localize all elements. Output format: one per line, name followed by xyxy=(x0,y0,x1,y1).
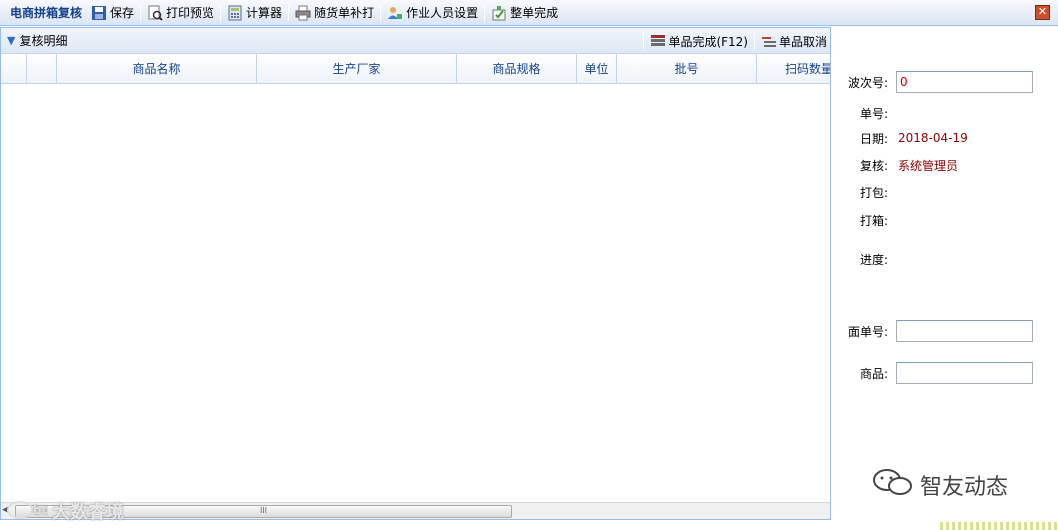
print-preview-icon xyxy=(147,5,163,21)
print-preview-label: 打印预览 xyxy=(166,6,215,20)
column-manufacturer[interactable]: 生产厂家 xyxy=(257,54,457,83)
operator-settings-button[interactable]: 作业人员设置 xyxy=(384,2,481,24)
waybill-label: 面单号: xyxy=(847,324,888,339)
item-complete-label: 单品完成(F12) xyxy=(668,34,748,49)
packer-row: 打包: xyxy=(832,181,1058,203)
date-label: 日期: xyxy=(859,131,888,146)
waybill-input[interactable] xyxy=(896,320,1033,342)
item-cancel-label: 单品取消 xyxy=(778,34,827,49)
order-number-label: 单号: xyxy=(859,106,888,121)
progress-label: 进度: xyxy=(859,252,888,267)
complete-order-button[interactable]: 整单完成 xyxy=(488,2,561,24)
reviewer-value: 系统管理员 xyxy=(898,158,959,173)
column-spec[interactable]: 商品规格 xyxy=(457,54,577,83)
save-button[interactable]: 保存 xyxy=(88,2,137,24)
toolbar-separator xyxy=(288,4,290,21)
print-preview-button[interactable]: 打印预览 xyxy=(144,2,217,24)
app-title: 电商拼箱复核 xyxy=(10,6,83,20)
toolbar-separator xyxy=(140,4,142,21)
toolbar-separator xyxy=(484,4,486,21)
weibo-icon: bo xyxy=(6,497,50,524)
watermark-right: 智友动态 xyxy=(872,466,1008,504)
arrow-down-icon: ▼ xyxy=(7,34,16,47)
close-window-button[interactable]: ✕ xyxy=(1035,5,1050,20)
column-scan-qty[interactable]: 扫码数量 xyxy=(757,54,830,83)
panel-header: ▼ 复核明细 单品完成(F12) 单品取消 xyxy=(1,28,830,54)
reviewer-label: 复核: xyxy=(859,158,888,173)
close-icon: ✕ xyxy=(1037,5,1048,18)
toolbar-separator xyxy=(643,33,645,49)
wave-number-input[interactable] xyxy=(896,71,1033,93)
panel-collapse-toggle[interactable]: ▼ 复核明细 xyxy=(1,32,67,49)
reprint-slip-label: 随货单补打 xyxy=(314,6,375,20)
toolbar-separator xyxy=(753,33,755,49)
column-row-number[interactable] xyxy=(1,54,27,83)
printer-icon xyxy=(295,5,311,21)
date-row: 日期: 2018-04-19 xyxy=(832,127,1058,149)
toolbar-separator xyxy=(380,4,382,21)
main-toolbar: 电商拼箱复核 保存 打印预览 计算器 随货单补打 作业人员设置 整单完成 ✕ xyxy=(0,0,1058,26)
item-cancel-icon xyxy=(761,34,777,48)
item-complete-icon xyxy=(650,34,666,48)
packer-label: 打包: xyxy=(859,185,888,200)
column-batch[interactable]: 批号 xyxy=(617,54,757,83)
complete-order-icon xyxy=(491,5,507,21)
grid-body[interactable] xyxy=(1,84,830,501)
watermark-left-text: 大数睿境 xyxy=(52,501,124,523)
panel-actions: 单品完成(F12) 单品取消 xyxy=(640,28,830,54)
reprint-slip-button[interactable]: 随货单补打 xyxy=(292,2,377,24)
watermark-left: bo 大数睿境 xyxy=(6,497,124,524)
calculator-label: 计算器 xyxy=(246,6,283,20)
review-detail-panel: ▼ 复核明细 单品完成(F12) 单品取消 商品名称 生产厂家 商品规格 单位 … xyxy=(0,27,831,520)
calculator-icon xyxy=(227,5,243,21)
boxer-label: 打箱: xyxy=(859,213,888,228)
column-product-name[interactable]: 商品名称 xyxy=(57,54,257,83)
column-unit[interactable]: 单位 xyxy=(577,54,617,83)
order-number-row: 单号: xyxy=(832,102,1058,124)
watermark-right-text: 智友动态 xyxy=(920,475,1009,500)
panel-title: 复核明细 xyxy=(19,34,68,48)
operator-settings-label: 作业人员设置 xyxy=(406,6,479,20)
column-checkbox[interactable] xyxy=(27,54,57,83)
calculator-button[interactable]: 计算器 xyxy=(224,2,285,24)
svg-text:bo: bo xyxy=(33,503,48,517)
waybill-row: 面单号: xyxy=(832,320,1058,342)
item-cancel-button[interactable]: 单品取消 xyxy=(758,33,830,50)
date-value: 2018-04-19 xyxy=(898,131,968,145)
wave-number-label: 波次号: xyxy=(847,75,888,90)
goods-input[interactable] xyxy=(896,362,1033,384)
reviewer-row: 复核: 系统管理员 xyxy=(832,154,1058,176)
toolbar-separator xyxy=(220,4,222,21)
order-info-panel: 波次号: 单号: 日期: 2018-04-19 复核: 系统管理员 打包: 打箱… xyxy=(832,27,1058,520)
grid-column-header: 商品名称 生产厂家 商品规格 单位 批号 扫码数量 xyxy=(1,54,830,84)
save-label: 保存 xyxy=(110,6,135,20)
goods-row: 商品: xyxy=(832,362,1058,384)
wave-number-row: 波次号: xyxy=(832,71,1058,93)
bottom-decoration xyxy=(940,522,1058,530)
horizontal-scrollbar[interactable]: ◀ III xyxy=(1,502,830,519)
wechat-icon xyxy=(872,466,914,504)
boxer-row: 打箱: xyxy=(832,209,1058,231)
complete-order-label: 整单完成 xyxy=(510,6,559,20)
progress-row: 进度: xyxy=(832,248,1058,270)
user-settings-icon xyxy=(387,5,403,21)
save-icon xyxy=(91,5,107,21)
goods-label: 商品: xyxy=(859,366,888,381)
scrollbar-grip: III xyxy=(259,506,268,515)
item-complete-button[interactable]: 单品完成(F12) xyxy=(647,33,751,50)
